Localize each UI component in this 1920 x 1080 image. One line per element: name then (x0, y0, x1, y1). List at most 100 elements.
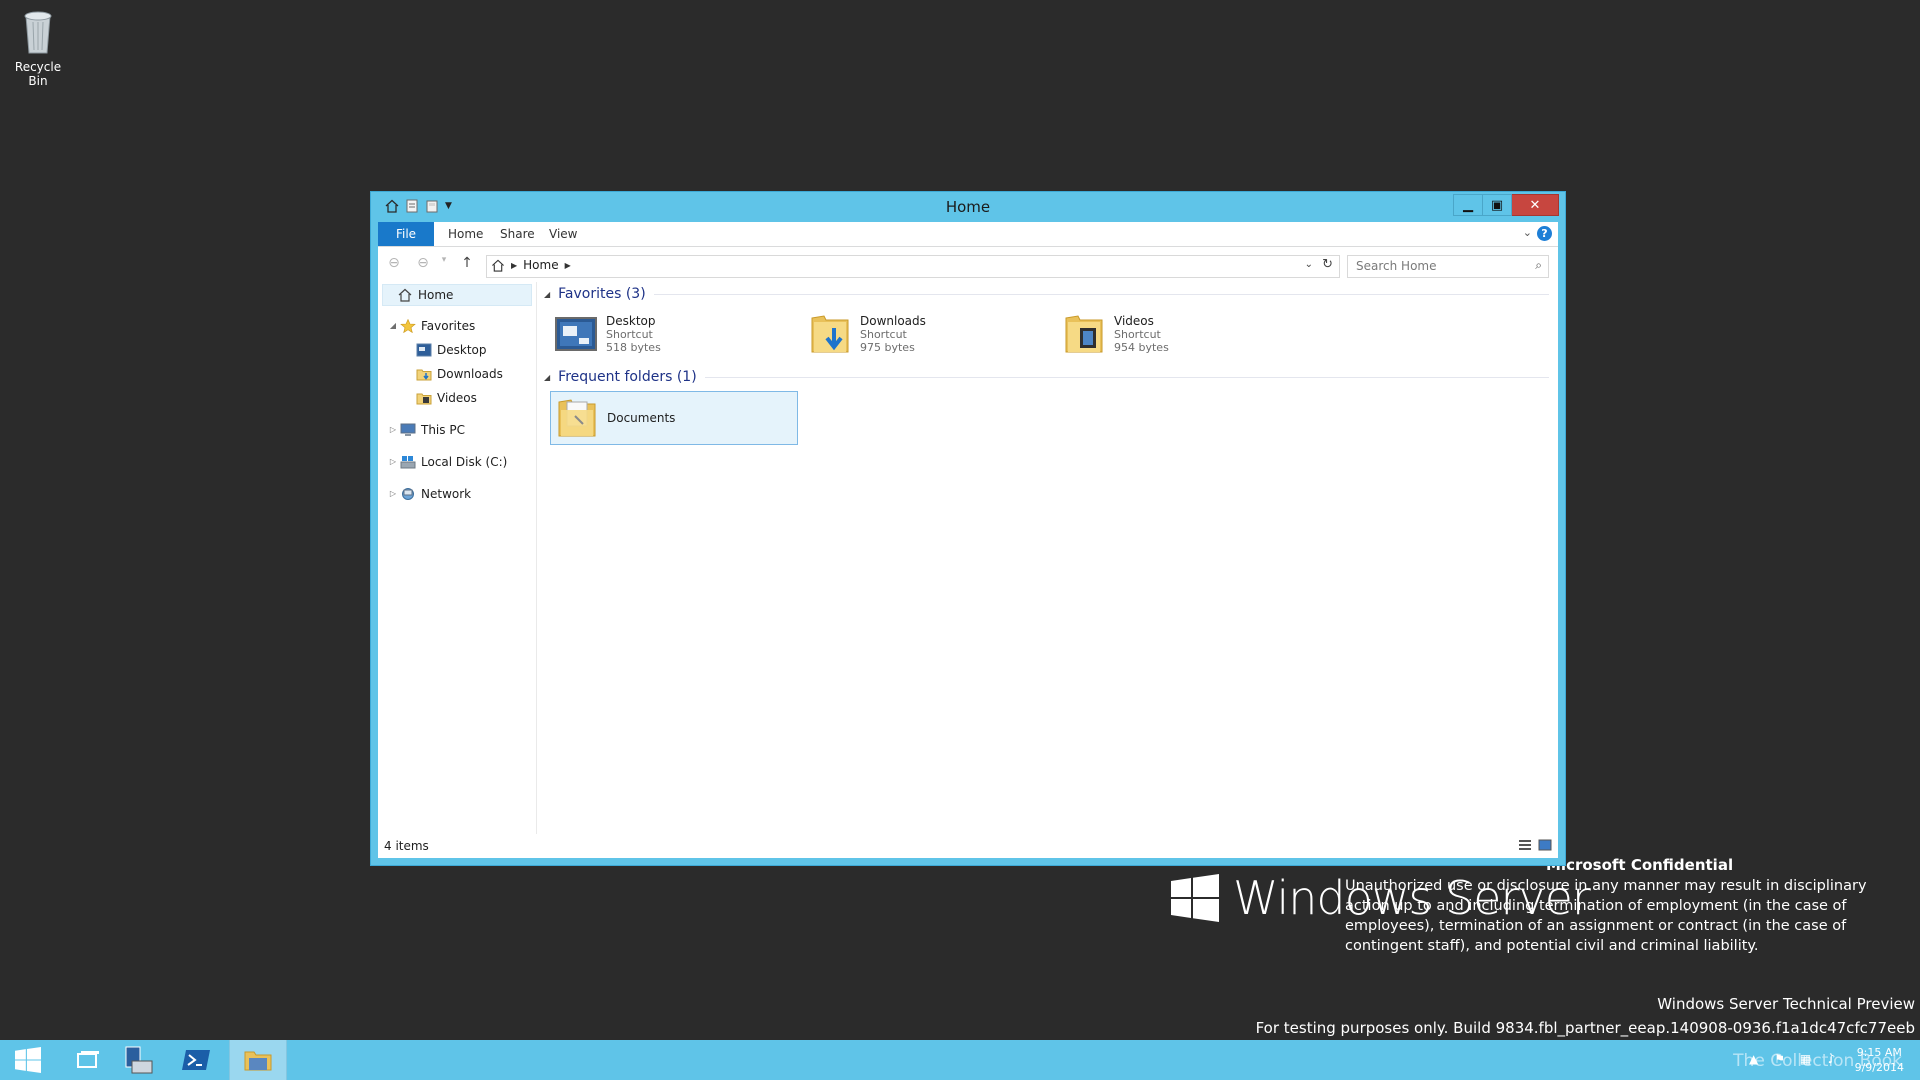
start-button[interactable] (0, 1040, 56, 1080)
tab-file[interactable]: File (378, 222, 434, 246)
minimize-icon: ▁ (1463, 197, 1473, 213)
breadcrumb-separator-icon[interactable]: ▶ (565, 261, 571, 270)
favorite-item-videos[interactable]: Videos Shortcut 954 bytes (1062, 308, 1312, 360)
tree-item-downloads[interactable]: Downloads (416, 364, 503, 384)
tree-item-this-pc[interactable]: ▷ This PC (386, 420, 465, 440)
clock[interactable]: 9:15 AM 9/9/2014 (1855, 1045, 1904, 1075)
windows-logo-icon (15, 1047, 41, 1073)
downloads-folder-icon (416, 369, 432, 381)
expand-triangle-icon[interactable]: ▷ (386, 484, 400, 504)
window-controls: ▁ ▣ ✕ (1453, 194, 1559, 216)
tree-label: Local Disk (C:) (421, 455, 508, 469)
refresh-icon[interactable]: ↻ (1322, 257, 1333, 272)
recycle-bin-icon (24, 11, 52, 54)
videos-folder-icon (1065, 315, 1103, 353)
search-input[interactable]: Search Home ⌕ (1347, 255, 1549, 278)
tree-label: Videos (437, 391, 477, 405)
expand-triangle-icon[interactable]: ▷ (386, 420, 400, 440)
frequent-folders-group-header[interactable]: ◢ Frequent folders (1) (544, 367, 1549, 387)
tree-label: Network (421, 487, 472, 501)
desktop-icon (555, 317, 597, 351)
item-size: 518 bytes (606, 341, 661, 354)
item-type: Shortcut (606, 328, 653, 341)
tree-item-videos[interactable]: Videos (416, 388, 477, 408)
preview-line: Windows Server Technical Preview (1657, 995, 1915, 1013)
tab-view[interactable]: View (535, 222, 591, 246)
tree-label: Desktop (437, 343, 487, 357)
videos-folder-icon (416, 393, 432, 405)
item-type: Shortcut (860, 328, 907, 341)
status-bar: 4 items (378, 834, 1558, 858)
explorer-window: ▼ Home ▁ ▣ ✕ File Home Share View ⌄ ? ⊖ … (371, 192, 1565, 865)
server-manager-icon (125, 1046, 153, 1074)
favorite-item-downloads[interactable]: Downloads Shortcut 975 bytes (808, 308, 1058, 360)
taskbar-server-manager[interactable] (110, 1040, 166, 1080)
tree-item-home[interactable]: Home (382, 284, 532, 306)
star-icon (400, 319, 416, 333)
breadcrumb-separator-icon[interactable]: ▶ (511, 261, 517, 270)
hard-drive-icon (400, 456, 416, 469)
show-hidden-icons-icon[interactable]: ▲ (1746, 1052, 1762, 1068)
tree-item-network[interactable]: ▷ Network (386, 484, 471, 504)
forward-button[interactable]: ⊖ (413, 255, 433, 273)
address-dropdown-icon[interactable]: ⌄ (1305, 259, 1313, 270)
flag-icon[interactable]: ⚑ (1772, 1052, 1788, 1068)
group-title: Frequent folders (1) (558, 369, 697, 385)
favorite-item-desktop[interactable]: Desktop Shortcut 518 bytes (554, 308, 804, 360)
network-icon (402, 488, 414, 500)
maximize-button[interactable]: ▣ (1483, 194, 1512, 216)
item-count: 4 items (384, 839, 429, 853)
system-tray: ▲ ⚑ ▦ ♪ 9:15 AM 9/9/2014 (1741, 1040, 1920, 1080)
tree-item-desktop[interactable]: Desktop (416, 340, 487, 360)
recycle-bin-label: Recycle Bin (14, 60, 62, 88)
help-icon[interactable]: ? (1537, 226, 1552, 241)
search-icon: ⌕ (1535, 258, 1542, 272)
item-name: Videos (1114, 314, 1154, 328)
up-button[interactable]: ↑ (457, 255, 477, 273)
forward-arrow-icon: ⊖ (417, 255, 429, 271)
item-name: Downloads (860, 314, 926, 328)
taskbar-file-explorer[interactable] (229, 1040, 287, 1080)
windows-logo-icon (1171, 874, 1219, 922)
close-button[interactable]: ✕ (1512, 194, 1559, 216)
window-title: Home (945, 198, 991, 216)
content-pane: ◢ Favorites (3) Desktop Shortcut 518 byt… (544, 282, 1552, 834)
documents-folder-icon (558, 399, 596, 437)
powershell-icon (182, 1050, 210, 1070)
network-status-icon[interactable]: ▦ (1798, 1052, 1814, 1068)
recycle-bin[interactable]: Recycle Bin (6, 6, 70, 88)
address-bar[interactable]: ▶ Home ▶ ⌄ ↻ (486, 255, 1340, 278)
taskbar-task-view[interactable] (60, 1040, 116, 1080)
frequent-item-documents[interactable]: Documents (550, 391, 798, 445)
favorites-group-header[interactable]: ◢ Favorites (3) (544, 284, 1549, 304)
tree-label: This PC (421, 423, 465, 437)
maximize-icon: ▣ (1490, 197, 1504, 213)
item-name: Desktop (606, 314, 656, 328)
large-icons-view-icon[interactable] (1538, 838, 1552, 852)
taskbar-powershell[interactable] (168, 1040, 224, 1080)
recent-locations-button[interactable]: ▾ (434, 255, 454, 273)
breadcrumb-home[interactable]: Home (523, 258, 558, 272)
tree-item-local-disk[interactable]: ▷ Local Disk (C:) (386, 452, 507, 472)
collapse-triangle-icon[interactable]: ◢ (544, 373, 550, 382)
desktop-icon (416, 343, 432, 357)
minimize-button[interactable]: ▁ (1453, 194, 1483, 216)
confidential-body: Unauthorized use or disclosure in any ma… (1345, 878, 1867, 954)
expand-ribbon-chevron-icon[interactable]: ⌄ (1523, 226, 1532, 239)
speaker-icon[interactable]: ♪ (1824, 1052, 1840, 1068)
item-size: 954 bytes (1114, 341, 1169, 354)
tree-label: Downloads (437, 367, 503, 381)
taskbar: The Collection Book ▲ ⚑ ▦ ♪ 9:15 AM 9/9/… (0, 1040, 1920, 1080)
details-view-icon[interactable] (1518, 838, 1532, 852)
tree-item-favorites[interactable]: ◢ Favorites (386, 316, 475, 336)
expand-triangle-icon[interactable]: ▷ (386, 452, 400, 472)
tree-label: Favorites (421, 319, 476, 333)
collapse-triangle-icon[interactable]: ◢ (386, 316, 400, 336)
title-bar[interactable]: ▼ Home ▁ ▣ ✕ (371, 192, 1565, 222)
computer-icon (400, 423, 416, 436)
ribbon-tabs: File Home Share View ⌄ ? (378, 222, 1558, 247)
home-icon (398, 288, 412, 302)
back-button[interactable]: ⊖ (384, 255, 404, 273)
navigation-bar: ⊖ ⊖ ▾ ↑ ▶ Home ▶ ⌄ ↻ Search Home ⌕ (378, 247, 1558, 281)
collapse-triangle-icon[interactable]: ◢ (544, 290, 550, 299)
